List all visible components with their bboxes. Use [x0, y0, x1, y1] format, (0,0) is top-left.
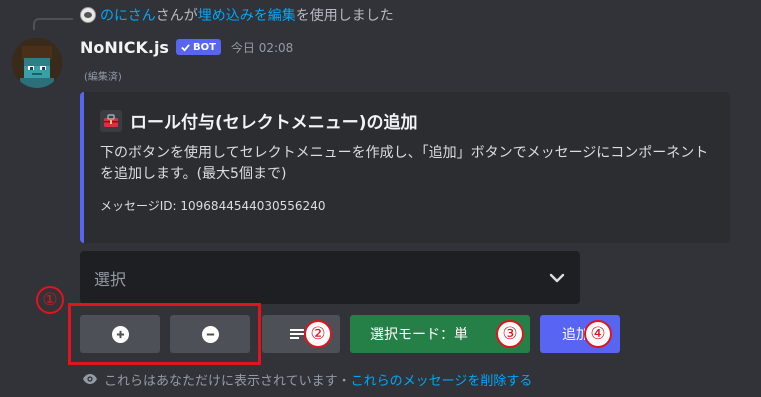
bot-tag-label: BOT — [192, 41, 216, 53]
select-menu[interactable]: 選択 — [80, 251, 580, 304]
edited-label: (編集済) — [84, 72, 122, 83]
verified-check-icon — [181, 43, 190, 52]
bot-avatar-image — [12, 38, 62, 88]
interaction-text-end: を使用しました — [295, 8, 394, 24]
select-mode-label: 選択モード：単 — [370, 327, 468, 343]
interaction-user-avatar[interactable] — [80, 7, 96, 23]
interaction-line: のにさん さんが 埋め込みを編集 を使用しました — [80, 5, 394, 25]
marker-4: ④ — [584, 320, 612, 348]
list-icon — [290, 329, 304, 339]
embed-footer: メッセージID: 1096844544030556240 — [100, 199, 326, 213]
interaction-command-link[interactable]: 埋め込みを編集 — [198, 5, 296, 25]
marker-2: ② — [304, 320, 332, 348]
message-header: NoNICK.js BOT 今日 02:08 — [80, 36, 293, 58]
reply-spine — [33, 18, 73, 30]
ephemeral-text: これらはあなただけに表示されています・ — [104, 373, 351, 389]
toolbox-icon — [100, 109, 122, 132]
chevron-down-icon — [549, 273, 565, 282]
embed-description: 下のボタンを使用してセレクトメニューを作成し、「追加」ボタンでメッセージにコンポ… — [100, 145, 709, 182]
bot-username[interactable]: NoNICK.js — [80, 38, 169, 57]
eye-icon — [82, 373, 98, 385]
bot-tag: BOT — [175, 39, 221, 55]
embed-title-text: ロール付与(セレクトメニュー)の追加 — [130, 113, 418, 133]
marker-1: ① — [36, 286, 64, 314]
interaction-text-mid: さんが — [155, 8, 198, 24]
highlight-box — [68, 303, 261, 365]
ephemeral-notice: これらはあなただけに表示されています・ これらのメッセージを削除する — [82, 369, 532, 389]
marker-3: ③ — [496, 320, 524, 348]
bot-avatar[interactable] — [12, 38, 62, 88]
message-timestamp[interactable]: 今日 02:08 — [231, 39, 293, 56]
dismiss-messages-link[interactable]: これらのメッセージを削除する — [351, 370, 533, 389]
embed: ロール付与(セレクトメニュー)の追加 下のボタンを使用してセレクトメニューを作成… — [80, 92, 730, 243]
select-placeholder: 選択 — [94, 269, 127, 289]
interaction-user-link[interactable]: のにさん — [100, 5, 156, 25]
embed-title: ロール付与(セレクトメニュー)の追加 — [100, 108, 714, 133]
